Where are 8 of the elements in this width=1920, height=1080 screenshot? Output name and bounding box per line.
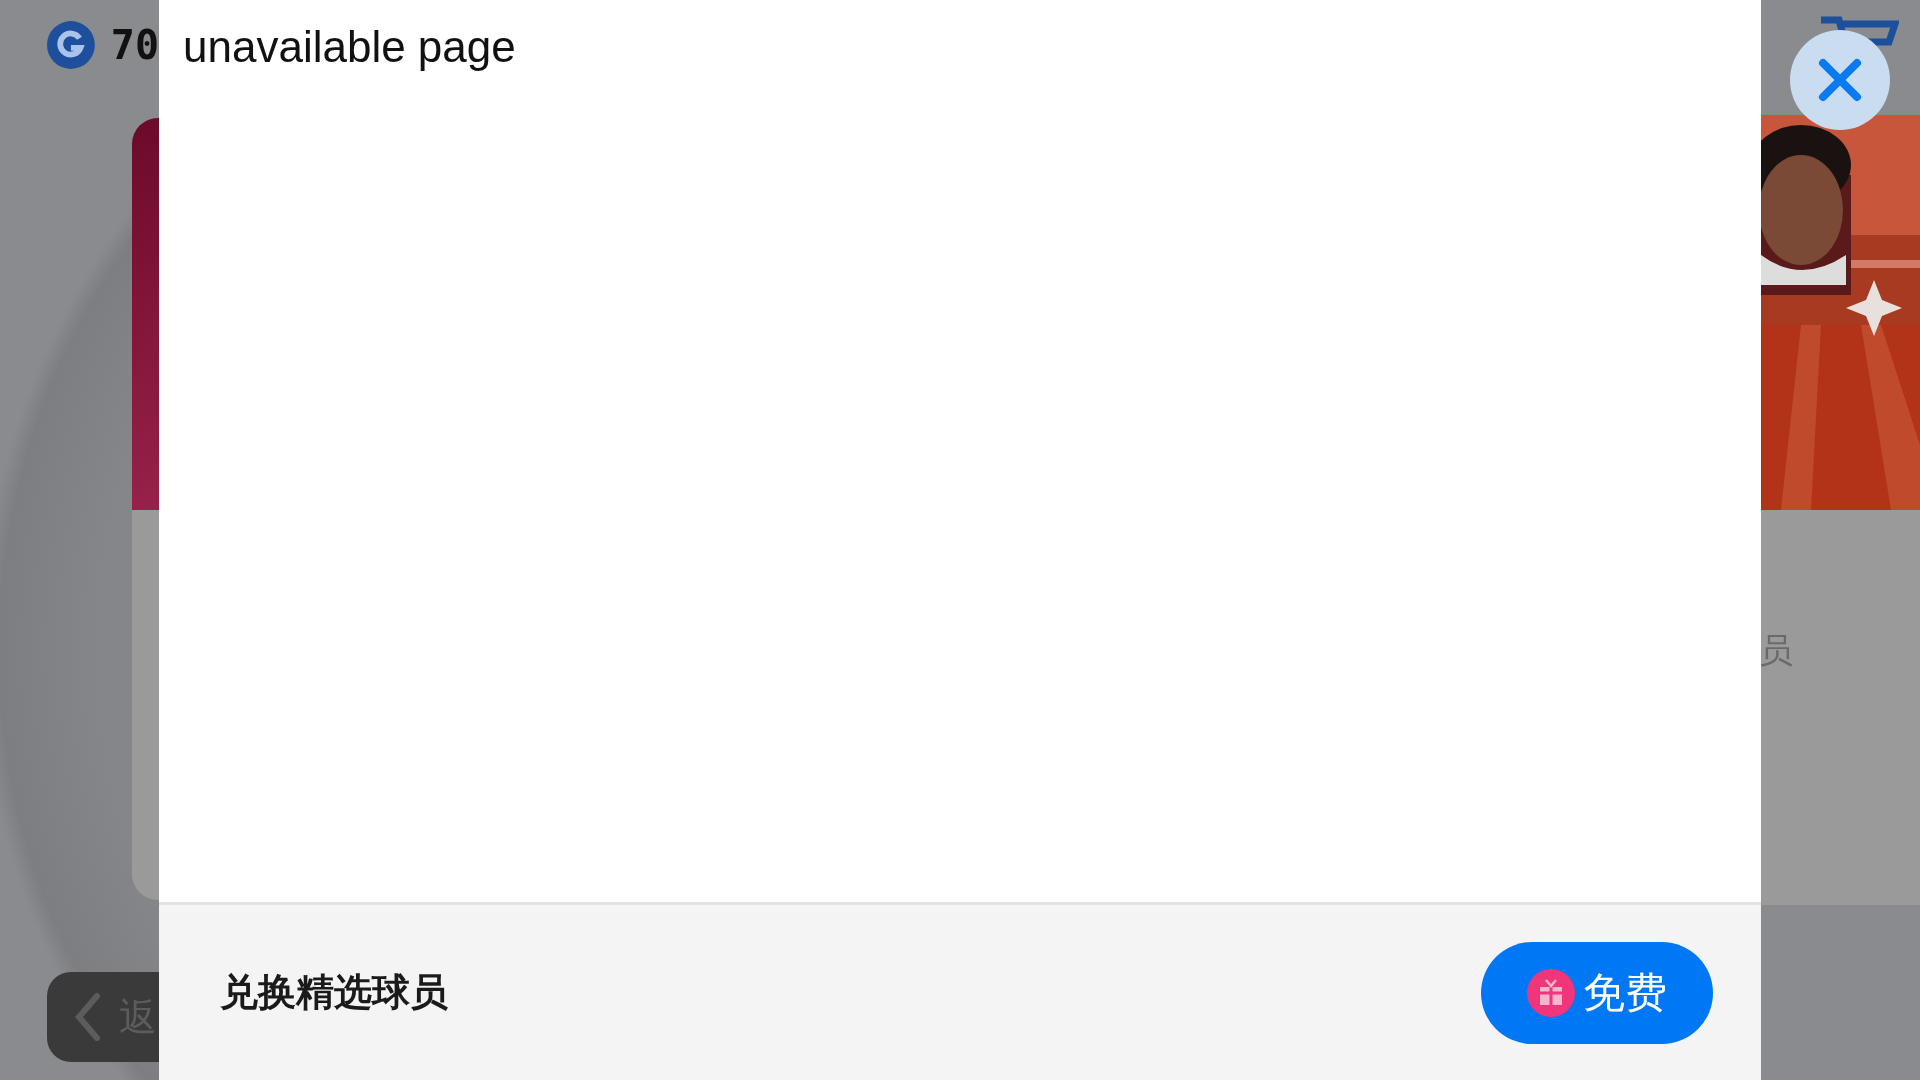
chevron-left-icon [75, 993, 101, 1041]
coin-icon [47, 20, 95, 70]
coin-count: 70 [110, 22, 159, 68]
message-text: unavailable page [183, 22, 516, 71]
close-icon [1818, 58, 1862, 102]
gift-icon [1527, 968, 1575, 1017]
claim-button[interactable]: 免费 [1481, 941, 1713, 1044]
offer-title: 兑换精选球员 [220, 969, 448, 1016]
